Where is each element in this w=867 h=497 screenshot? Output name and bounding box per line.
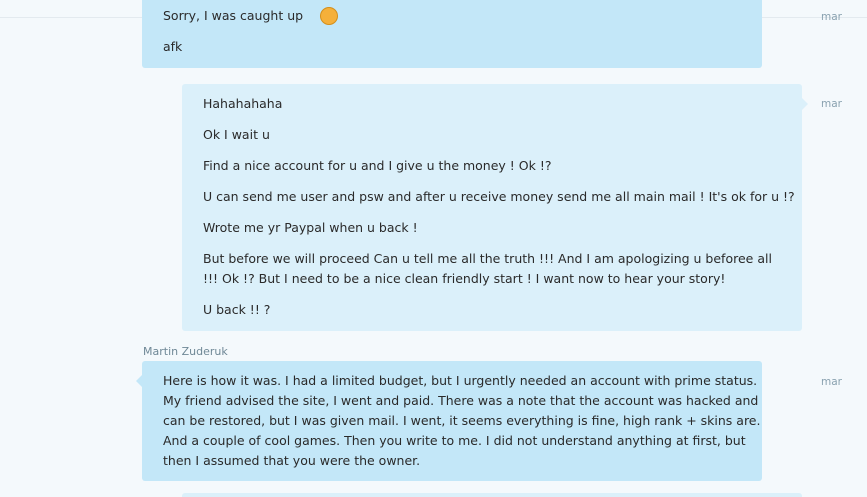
- message-line: Ok I wait u: [203, 127, 270, 142]
- message-bubble-outgoing[interactable]: Hahahahaha Ok I wait u Find a nice accou…: [182, 84, 808, 331]
- message-line: U can send me user and psw and after u r…: [203, 189, 795, 204]
- message-line: can be restored, but I was given mail. I…: [163, 413, 761, 428]
- sender-name[interactable]: Martin Zuderuk: [143, 345, 228, 358]
- message-timestamp: mar: [821, 98, 842, 110]
- message-timestamp: mar: [821, 11, 842, 23]
- message-line: U back !! ?: [203, 302, 271, 317]
- message-line: My friend advised the site, I went and p…: [163, 393, 759, 408]
- message-bubble-incoming[interactable]: Sorry, I was caught up afk: [142, 0, 762, 68]
- message-timestamp: mar: [821, 376, 842, 388]
- smiley-emoji-icon: [320, 7, 338, 25]
- next-message-bubble-edge: [182, 493, 802, 497]
- message-line: Here is how it was. I had a limited budg…: [163, 373, 758, 388]
- message-line: But before we will proceed Can u tell me…: [203, 251, 772, 286]
- message-line: Hahahahaha: [203, 96, 283, 111]
- message-line: Wrote me yr Paypal when u back !: [203, 220, 418, 235]
- message-line: Find a nice account for u and I give u t…: [203, 158, 552, 173]
- message-line: Sorry, I was caught up: [163, 8, 304, 23]
- message-line: And a couple of cool games. Then you wri…: [163, 433, 746, 448]
- message-line: then I assumed that you were the owner.: [163, 453, 421, 468]
- message-bubble-incoming[interactable]: Here is how it was. I had a limited budg…: [136, 361, 762, 481]
- message-line: afk: [163, 39, 183, 54]
